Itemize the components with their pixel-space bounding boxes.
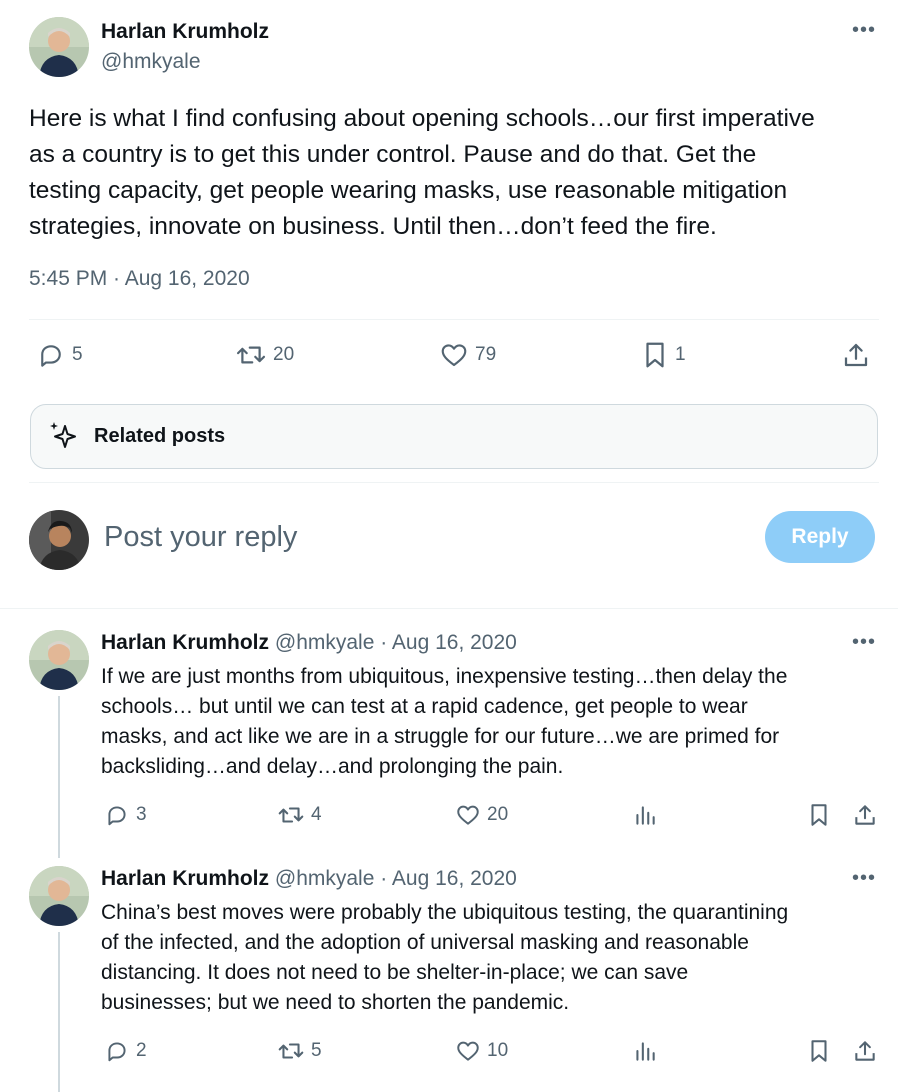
user-avatar[interactable]: [29, 510, 89, 570]
post-text-line: strategies, innovate on business. Until …: [29, 213, 717, 240]
reply-header: Harlan Krumholz @hmkyale · Aug 16, 2020: [101, 867, 517, 891]
reply-input[interactable]: Post your reply: [104, 521, 297, 554]
repost-icon: [278, 1043, 304, 1059]
post-text-line: Here is what I find confusing about open…: [29, 105, 815, 132]
like-count: 10: [487, 1040, 509, 1061]
views-action[interactable]: [632, 802, 658, 828]
share-icon: [844, 343, 868, 367]
repost-count: 5: [311, 1040, 322, 1061]
more-icon[interactable]: •••: [852, 632, 876, 652]
share-action[interactable]: [841, 340, 871, 370]
reply-icon: [108, 806, 126, 826]
related-posts-button[interactable]: Related posts: [30, 404, 878, 469]
reply-count: 2: [136, 1040, 147, 1061]
reply-text-line: If we are just months from ubiquitous, i…: [101, 665, 788, 688]
more-icon[interactable]: •••: [852, 868, 876, 888]
post-timestamp[interactable]: 5:45 PM · Aug 16, 2020: [29, 267, 250, 291]
like-action[interactable]: 10: [455, 1038, 508, 1064]
reply-text: China’s best moves were probably the ubi…: [101, 898, 891, 1018]
divider: [0, 608, 898, 609]
author-avatar[interactable]: [29, 17, 89, 77]
bookmark-icon: [811, 1040, 827, 1062]
repost-count: 20: [273, 344, 295, 365]
reply-meta[interactable]: @hmkyale · Aug 16, 2020: [275, 631, 517, 654]
views-icon: [636, 806, 655, 825]
share-action[interactable]: [852, 802, 878, 828]
reply-text-line: schools… but until we can test at a rapi…: [101, 695, 748, 718]
bookmark-action[interactable]: [806, 802, 832, 828]
like-action[interactable]: 20: [455, 802, 508, 828]
bookmark-action[interactable]: [806, 1038, 832, 1064]
repost-action[interactable]: 20: [235, 340, 294, 370]
reply-header: Harlan Krumholz @hmkyale · Aug 16, 2020: [101, 631, 517, 655]
share-action[interactable]: [852, 1038, 878, 1064]
views-action[interactable]: [632, 1038, 658, 1064]
post-text: Here is what I find confusing about open…: [29, 101, 889, 245]
like-count: 79: [475, 344, 497, 365]
reply-text-line: distancing. It does not need to be shelt…: [101, 961, 689, 984]
sparkle-icon: [50, 422, 76, 448]
more-icon[interactable]: •••: [852, 20, 876, 40]
share-icon: [855, 1041, 875, 1061]
reply-count: 3: [136, 804, 147, 825]
reply-text-line: businesses; but we need to shorten the p…: [101, 991, 570, 1014]
bookmark-icon: [646, 342, 664, 368]
reply-action[interactable]: 3: [104, 802, 147, 828]
post-text-line: testing capacity, get people wearing mas…: [29, 177, 788, 204]
bookmark-count: 1: [675, 344, 686, 365]
reply-author-name[interactable]: Harlan Krumholz: [101, 631, 269, 654]
reply-text-line: masks, and act like we are in a struggle…: [101, 725, 780, 748]
divider: [29, 482, 879, 483]
repost-count: 4: [311, 804, 322, 825]
repost-icon: [278, 807, 304, 823]
thread-line: [58, 696, 60, 858]
repost-action[interactable]: 4: [277, 802, 322, 828]
thread-line: [58, 932, 60, 1092]
reply-text-line: backsliding…and delay…and prolonging the…: [101, 755, 564, 778]
share-icon: [855, 805, 875, 825]
divider: [29, 319, 879, 320]
author-name[interactable]: Harlan Krumholz: [101, 20, 269, 44]
reply-author-name[interactable]: Harlan Krumholz: [101, 867, 269, 890]
reply-meta[interactable]: @hmkyale · Aug 16, 2020: [275, 867, 517, 890]
reply-text-line: China’s best moves were probably the ubi…: [101, 901, 789, 924]
views-icon: [636, 1042, 655, 1061]
bookmark-action[interactable]: 1: [641, 340, 686, 370]
like-action[interactable]: 79: [439, 340, 496, 370]
reply-text-line: of the infected, and the adoption of uni…: [101, 931, 749, 954]
reply-icon: [41, 345, 61, 367]
like-icon: [457, 805, 479, 825]
reply-author-avatar[interactable]: [29, 866, 89, 926]
reply-author-avatar[interactable]: [29, 630, 89, 690]
like-count: 20: [487, 804, 509, 825]
repost-action[interactable]: 5: [277, 1038, 322, 1064]
bookmark-icon: [811, 804, 827, 826]
related-posts-label: Related posts: [94, 425, 226, 447]
reply-text: If we are just months from ubiquitous, i…: [101, 662, 891, 782]
reply-button[interactable]: Reply: [765, 511, 875, 563]
post-text-line: as a country is to get this under contro…: [29, 141, 757, 168]
reply-count: 5: [72, 344, 83, 365]
reply-icon: [108, 1042, 126, 1062]
like-icon: [457, 1041, 479, 1061]
reply-action[interactable]: 2: [104, 1038, 147, 1064]
author-handle[interactable]: @hmkyale: [101, 50, 201, 74]
repost-icon: [236, 346, 266, 364]
like-icon: [441, 344, 467, 367]
reply-action[interactable]: 5: [36, 340, 83, 370]
